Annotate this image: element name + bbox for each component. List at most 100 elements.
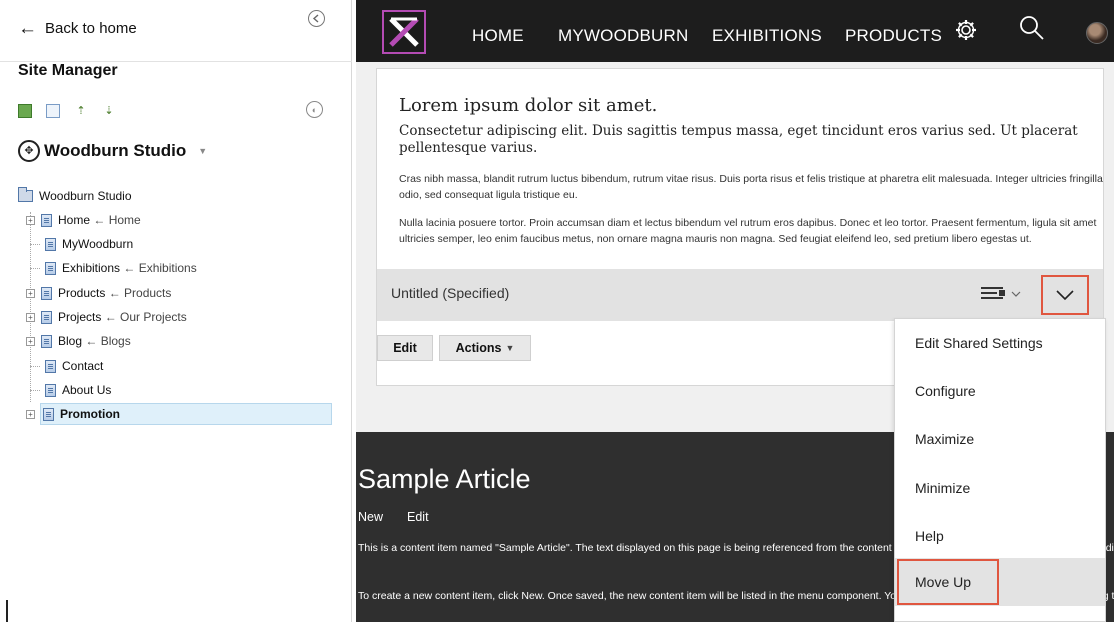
tree-root[interactable]: Woodburn Studio [18,186,132,206]
page-icon [43,407,54,421]
tree-node-label: Projects [58,310,102,324]
back-to-home-label: Back to home [45,20,137,37]
portlet-title: Untitled (Specified) [391,285,510,301]
tree-connector [30,389,40,391]
actions-label: Actions [455,341,502,355]
gear-icon[interactable] [954,18,978,47]
edit-link[interactable]: Edit [407,510,429,524]
tree-node-label: About Us [62,383,112,397]
menu-item-minimize[interactable]: Minimize [895,464,1105,512]
site-settings-icon[interactable]: ◐ [306,101,323,118]
expand-icon[interactable]: + [26,336,35,346]
tree-node-label: Products [58,286,106,300]
site-manager-title: Site Manager [18,62,118,79]
tree-node-exhibitions[interactable]: Exhibitions ← Exhibitions [30,258,197,278]
tree-node-label: Blog [58,334,83,348]
tree-node-alias: Home [108,213,141,227]
tree-node-alias: Exhibitions [138,261,197,275]
edit-button[interactable]: Edit [377,335,433,361]
menu-item-configure[interactable]: Configure [895,367,1105,415]
highlight-box [897,559,999,605]
page-icon [41,334,52,348]
site-manager-panel: ← Back to home Site Manager ⇡ ⇣ ◐ ✥ Wood… [0,0,352,622]
page-icon [45,383,56,397]
copy-page-icon[interactable] [46,104,60,118]
collapse-panel-icon[interactable] [308,10,325,27]
portlet-paragraph-2: Nulla lacinia posuere tortor. Proin accu… [399,217,1097,245]
tree-node-alias: Blogs [100,334,131,348]
layout-menu-icon[interactable] [981,285,1021,303]
site-logo[interactable] [382,10,426,54]
chevron-down-icon [1011,291,1021,297]
globe-icon: ✥ [18,140,40,162]
tree-node-promotion[interactable]: Promotion [40,403,332,425]
expand-icon[interactable]: + [26,409,35,419]
portlet-lead: Consectetur adipiscing elit. Duis sagitt… [399,123,1078,156]
article-title: Sample Article [358,464,531,494]
new-link[interactable]: New [358,510,383,524]
tree-node-label: Exhibitions [62,261,121,275]
back-row: ← Back to home [0,0,352,62]
menu-item-move-up[interactable]: Move Up [895,558,1105,606]
tree-connector [30,243,40,245]
tree-node-home[interactable]: + Home ← Home [26,210,141,230]
tree-connector [30,267,40,269]
back-arrow-icon: ← [18,18,37,39]
tree-root-label: Woodburn Studio [39,189,132,203]
new-page-icon[interactable] [18,104,32,118]
avatar[interactable] [1086,22,1108,44]
tree-node-label: MyWoodburn [62,237,134,251]
portlet-heading: Lorem ipsum dolor sit amet. [399,95,658,116]
page-icon [41,213,52,227]
tree-node-blog[interactable]: + Blog ← Blogs [26,331,131,351]
nav-products[interactable]: PRODUCTS [845,26,942,46]
nav-home[interactable]: HOME [472,26,524,46]
actions-button[interactable]: Actions ▼ [439,335,531,361]
portlet-menu-button[interactable] [1041,275,1089,315]
expand-icon[interactable]: + [26,215,35,225]
page-icon [45,359,56,373]
menu-item-maximize[interactable]: Maximize [895,415,1105,463]
tree-node-projects[interactable]: + Projects ← Our Projects [26,307,187,327]
expand-icon[interactable]: + [26,312,35,322]
tree-node-contact[interactable]: Contact [30,356,103,376]
tree-connector [30,365,40,367]
portlet-paragraph-1: Cras nibh massa, blandit rutrum luctus b… [399,173,1103,201]
tree-node-mywoodburn[interactable]: MyWoodburn [30,234,133,254]
article-actions: New Edit [358,510,429,524]
back-to-home-link[interactable]: ← Back to home [18,18,137,39]
alias-arrow: ← [120,261,139,275]
menu-item-edit-shared-settings[interactable]: Edit Shared Settings [895,319,1105,367]
alias-arrow: ← [82,334,101,348]
alias-arrow: ← [105,286,125,300]
menu-item-help[interactable]: Help [895,512,1105,560]
nav-mywoodburn[interactable]: MYWOODBURN [558,26,688,46]
tree-node-alias: Products [124,286,172,300]
tree-node-label: Home [58,213,91,227]
portlet-menu-dropdown: Edit Shared Settings Configure Maximize … [894,318,1106,622]
page-icon [45,237,56,251]
text-cursor [6,600,8,622]
tree-node-label: Contact [62,359,104,373]
site-name: Woodburn Studio [44,141,187,160]
move-up-icon[interactable]: ⇡ [74,104,88,118]
tree-node-products[interactable]: + Products ← Products [26,283,171,303]
tree-node-promotion-expander[interactable]: + [26,404,41,424]
nav-exhibitions[interactable]: EXHIBITIONS [712,26,822,46]
chevron-down-icon [1056,290,1074,301]
caret-down-icon: ▼ [505,343,515,353]
logo-mark-icon [389,17,419,47]
tree-node-label: Promotion [60,407,120,421]
page-icon [41,310,52,324]
search-icon[interactable] [1018,14,1046,47]
folder-icon [18,187,33,202]
tree-node-alias: Our Projects [120,310,187,324]
page-icon [45,261,56,275]
tree-node-about-us[interactable]: About Us [30,380,111,400]
expand-icon[interactable]: + [26,288,35,298]
chevron-down-icon: ▼ [198,146,208,156]
alias-arrow: ← [90,213,109,227]
site-switcher[interactable]: ✥ Woodburn Studio ▼ [18,140,207,162]
alias-arrow: ← [101,310,121,324]
move-down-icon[interactable]: ⇣ [102,104,116,118]
